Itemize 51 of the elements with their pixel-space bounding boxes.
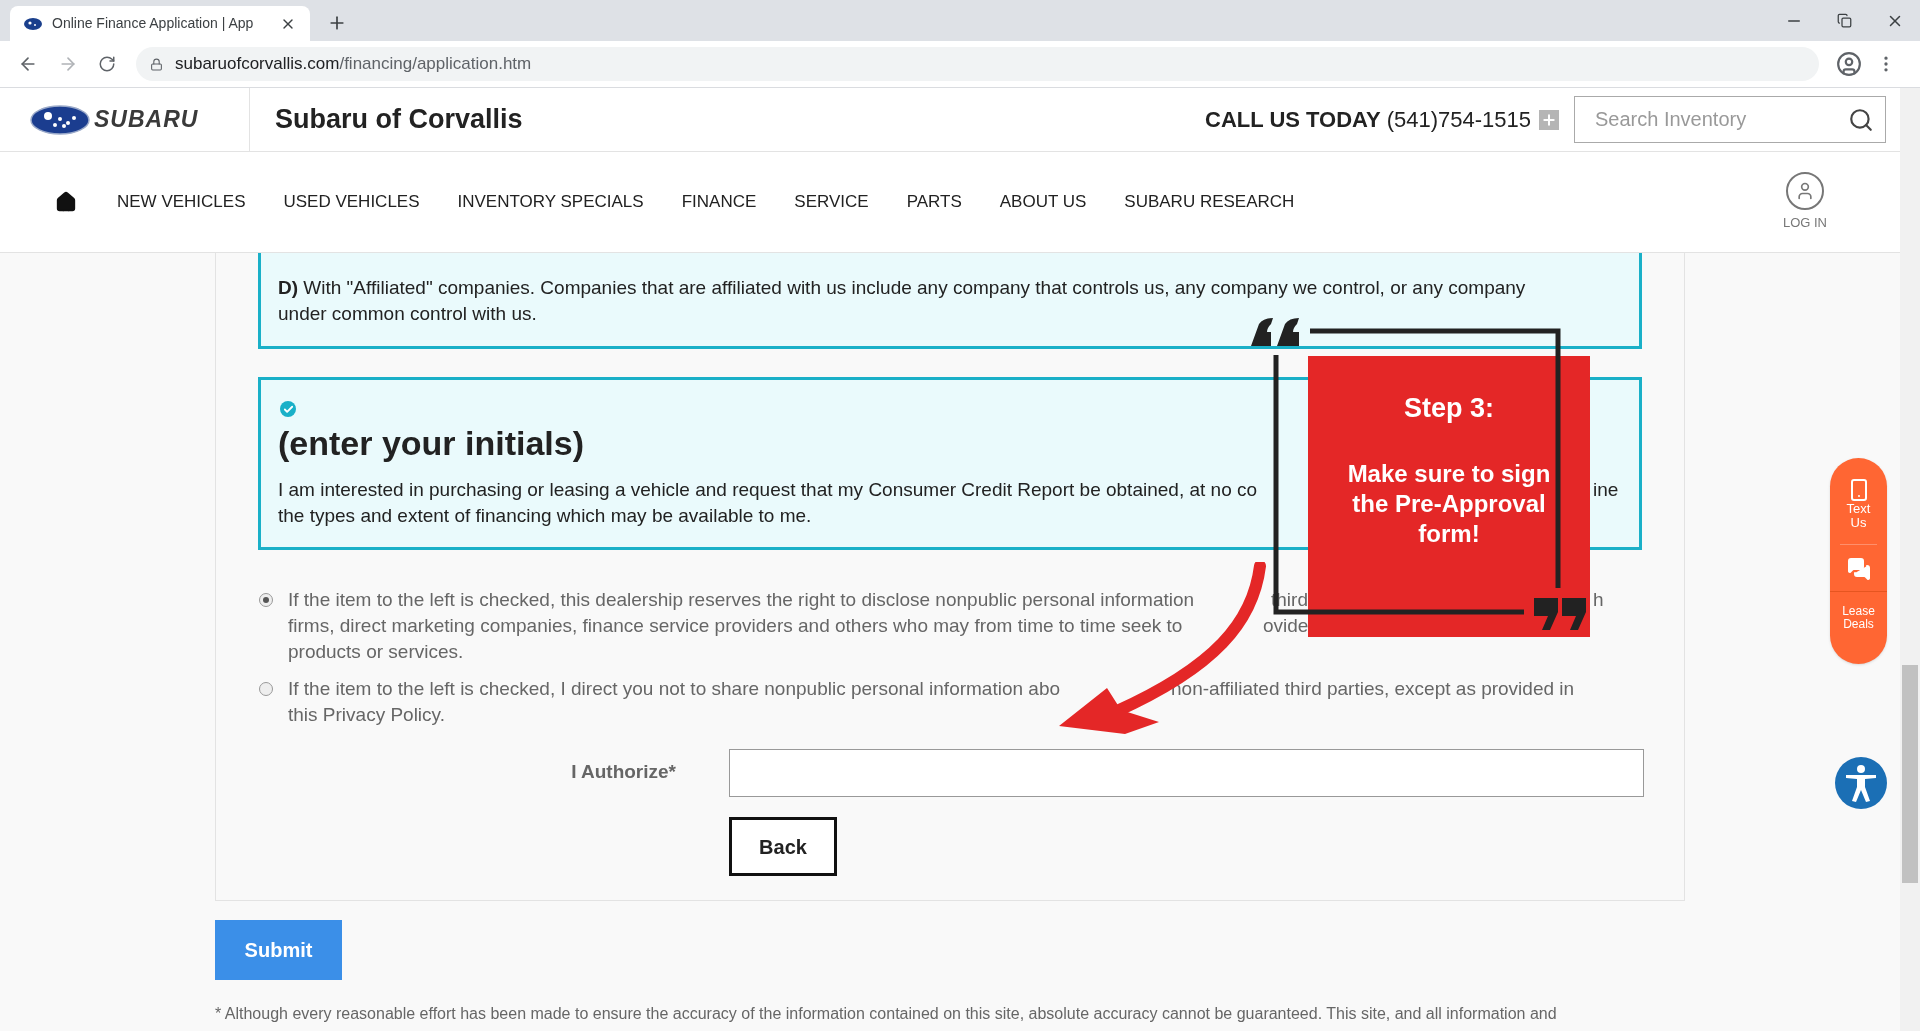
text-fragment: products or services.	[288, 641, 464, 662]
nav-link[interactable]: PARTS	[906, 189, 962, 215]
reload-icon[interactable]	[98, 55, 116, 73]
nav-link[interactable]: USED VEHICLES	[283, 189, 420, 215]
callout-title: Step 3:	[1404, 392, 1494, 425]
text-fragment: the types and extent of financing which may be available to me.	[278, 505, 812, 526]
accessibility-icon[interactable]	[1835, 757, 1887, 809]
login-button[interactable]: LOG IN	[1782, 171, 1827, 233]
lock-icon	[150, 57, 163, 71]
radio-button[interactable]	[259, 593, 273, 607]
home-icon[interactable]	[55, 191, 77, 213]
address-bar[interactable]: subaruofcorvallis.com/financing/application.htm	[136, 47, 1819, 81]
callout-message: Make sure to sign the Pre-Approval form!	[1346, 458, 1552, 549]
subaru-logo[interactable]: SUBARU	[0, 88, 250, 151]
check-icon	[280, 401, 296, 417]
text-fragment: this Privacy Policy.	[288, 704, 445, 725]
notice-text: D) With "Affiliated" companies. Companies that are affiliated with us include any company that controls us, any company we control, or any company under common control with us.	[278, 276, 1527, 326]
call-label: CALL US TODAY	[1205, 106, 1381, 134]
back-button[interactable]: Back	[729, 817, 837, 876]
phone-number: (541)754-1515	[1386, 106, 1531, 134]
dealer-name: Subaru of Corvallis	[275, 103, 523, 137]
nav-link[interactable]: INVENTORY SPECIALS	[457, 189, 644, 215]
search-field[interactable]: Search Inventory	[1574, 96, 1886, 143]
tab-title: Online Finance Application | App	[52, 14, 254, 33]
nav-link[interactable]: FINANCE	[681, 189, 757, 215]
text-fragment: h	[1593, 588, 1604, 612]
nav-link[interactable]: SUBARU RESEARCH	[1124, 189, 1295, 215]
browser-tab[interactable]: Online Finance Application | App	[10, 6, 310, 41]
chat-icon[interactable]	[1846, 557, 1871, 581]
text-fragment: ine	[1593, 478, 1619, 502]
favicon-icon	[24, 17, 42, 30]
search-icon[interactable]	[1848, 107, 1874, 133]
field-label: I Authorize*	[571, 761, 676, 782]
profile-icon[interactable]	[1836, 51, 1862, 77]
restore-icon[interactable]	[1837, 13, 1852, 28]
text-fragment: If the item to the left is checked, this dealership reserves the right to disclose nonpublic personal information	[288, 589, 1195, 610]
authorize-field[interactable]	[729, 749, 1644, 797]
stars-oval-icon	[30, 104, 90, 135]
radio-button[interactable]	[259, 682, 273, 696]
text-fragment: ovide	[1263, 614, 1309, 638]
user-icon	[1785, 171, 1824, 210]
nav-link[interactable]: ABOUT US	[999, 189, 1087, 215]
text-fragment: non-affiliated third parties, except as provided in	[1171, 677, 1575, 701]
text-fragment: I am interested in purchasing or leasing a vehicle and request that my Consumer Credit Report be obtained, at no co	[278, 479, 1258, 500]
nav-link[interactable]: SERVICE	[794, 189, 869, 215]
nav-link[interactable]: NEW VEHICLES	[117, 189, 246, 215]
footnote-text: * Although every reasonable effort has been made to ensure the accuracy of the information contained on this site, absolute accuracy cannot be guaranteed. This site, and all information and	[215, 1004, 1558, 1024]
url-text: subaruofcorvallis.com/financing/application.htm	[175, 53, 532, 76]
text-fragment: firms, direct marketing companies, finance service providers and others who may from time to time seek to	[288, 615, 1183, 636]
consent-heading: (enter your initials)	[278, 423, 586, 463]
text-fragment: If the item to the left is checked, I direct you not to share nonpublic personal information abo	[288, 678, 1061, 699]
